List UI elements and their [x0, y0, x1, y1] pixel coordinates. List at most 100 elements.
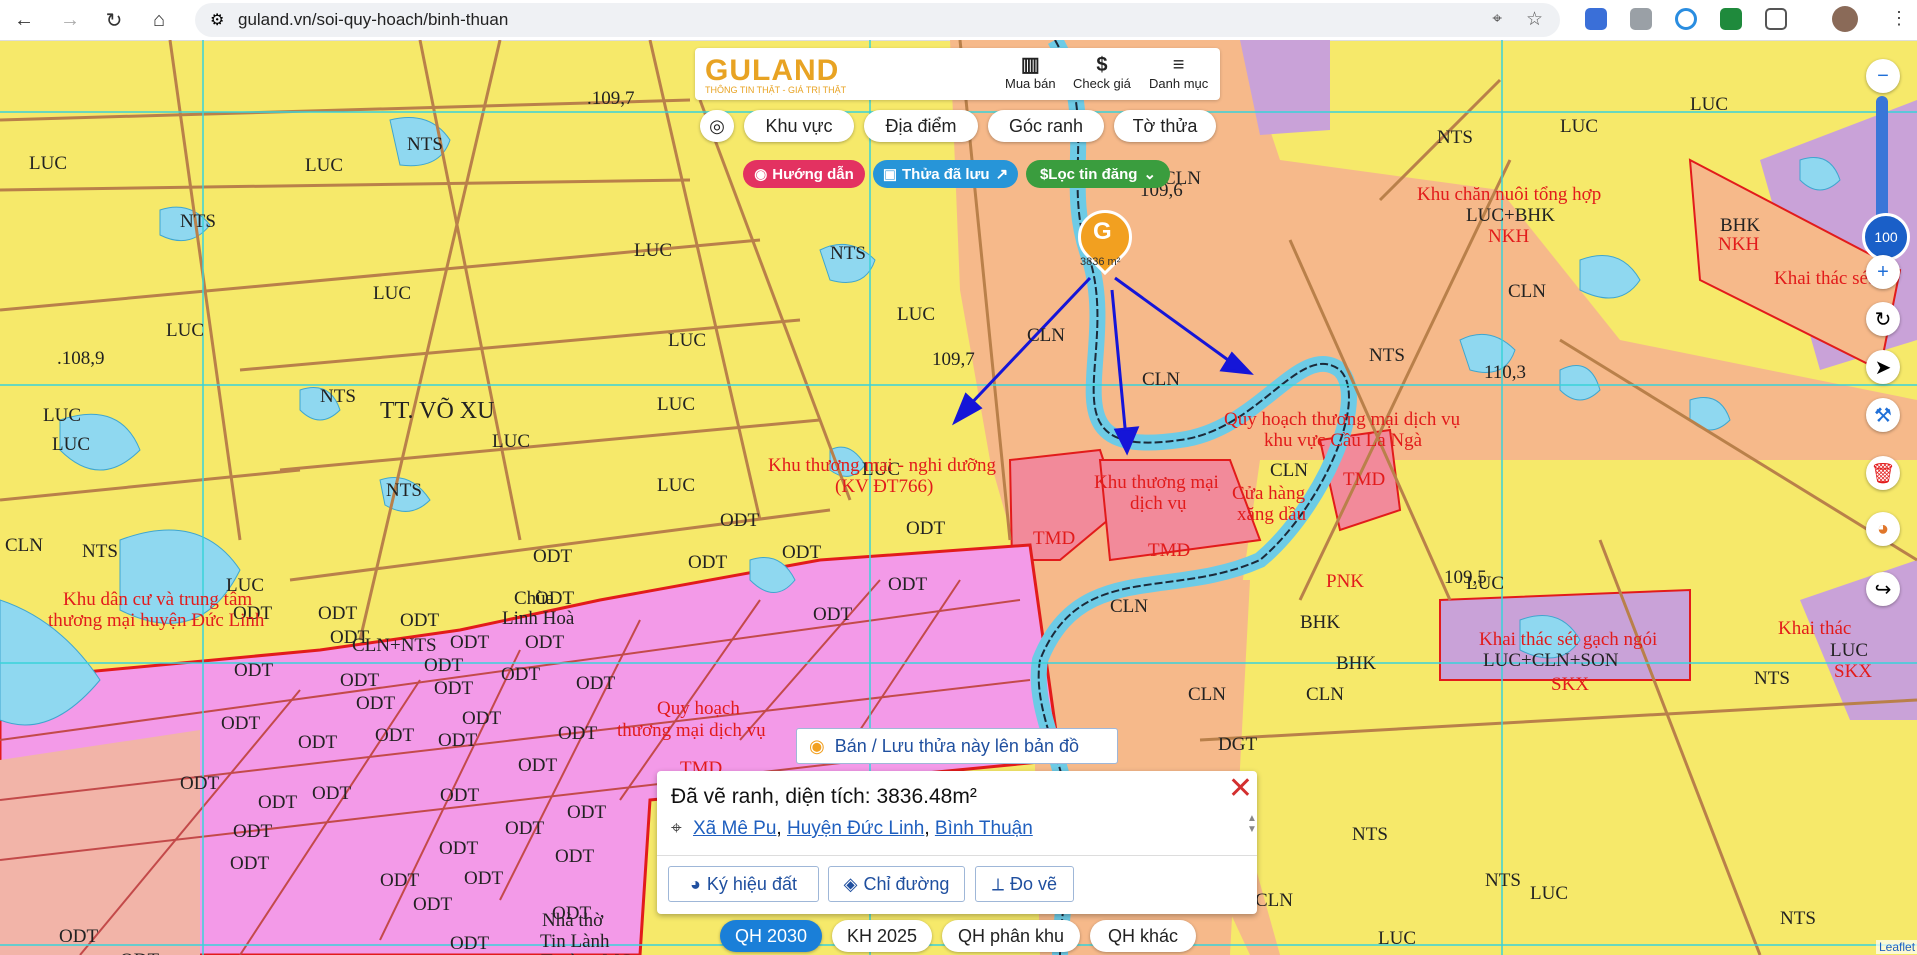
map-label: CLN — [1142, 369, 1180, 390]
map-label: ODT — [59, 926, 99, 947]
palette-button[interactable]: ◕ — [1866, 512, 1900, 546]
tab-qh-2030[interactable]: QH 2030 — [720, 920, 822, 952]
popup-location: ⌖ Xã Mê Pu, Huyện Đức Linh, Bình Thuận — [671, 818, 1033, 839]
save-parcel-button[interactable]: ◉ Bán / Lưu thửa này lên bản đồ — [796, 728, 1118, 764]
popup-scrollbar[interactable]: ▲ ▼ — [1247, 813, 1257, 843]
link-province[interactable]: Bình Thuận — [935, 818, 1033, 839]
camera-icon[interactable] — [1630, 8, 1652, 30]
map-label: ODT — [120, 950, 159, 955]
plus-icon: + — [1877, 260, 1889, 283]
delete-button[interactable]: 🗑 — [1866, 456, 1900, 490]
map-label: ODT — [576, 673, 616, 694]
pill-dia-diem[interactable]: Địa điểm — [864, 110, 978, 142]
tab-qh-phan-khu[interactable]: QH phân khu — [942, 920, 1080, 952]
map-label: NTS — [1780, 908, 1816, 929]
map-label: ODT — [380, 870, 420, 891]
popup-divider — [657, 855, 1257, 856]
map-label: Nhà thờ — [542, 910, 604, 931]
filter-listings-button[interactable]: $ Lọc tin đăng ⌄ — [1026, 160, 1170, 188]
url-text[interactable]: guland.vn/soi-quy-hoach/binh-thuan — [238, 10, 508, 30]
back-icon[interactable]: ← — [6, 2, 42, 38]
measure-button[interactable]: ⚒ — [1866, 398, 1900, 432]
map-label: CLN — [1188, 684, 1226, 705]
zoom-slider-track[interactable] — [1876, 96, 1888, 220]
directions-button[interactable]: ◈ Chỉ đường — [828, 866, 965, 902]
map-label: (KV ĐT766) — [835, 476, 934, 497]
extension-sheet-icon[interactable] — [1720, 8, 1742, 30]
extension-c-icon[interactable] — [1675, 8, 1697, 30]
browser-toolbar: ← → ↻ ⌂ ⚙ guland.vn/soi-quy-hoach/binh-t… — [0, 0, 1917, 41]
map-label: ODT — [533, 546, 573, 567]
map-label: Khu dân cư và trung tâm — [63, 589, 253, 610]
target-icon: ◉ — [754, 166, 768, 183]
map-label: ODT — [440, 785, 480, 806]
map-label: CLN — [1508, 281, 1546, 302]
land-legend-label: Ký hiệu đất — [706, 873, 797, 894]
menu-check-price[interactable]: $ Check giá — [1073, 54, 1131, 91]
map-label: Tin Lành — [540, 931, 610, 952]
logo[interactable]: GULAND — [705, 54, 839, 88]
bookmark-star-icon[interactable]: ☆ — [1526, 8, 1543, 31]
map-label: LUC — [1690, 94, 1728, 115]
guide-button[interactable]: ◉ Hướng dẫn — [743, 160, 865, 188]
site-info-icon[interactable]: ⚙ — [210, 10, 224, 30]
menu-check-price-label: Check giá — [1073, 76, 1131, 91]
link-commune[interactable]: Xã Mê Pu — [693, 818, 776, 839]
map-label: Khu chăn nuôi tổng hợp — [1417, 184, 1602, 205]
browser-menu-icon[interactable]: ⋮ — [1890, 8, 1908, 29]
map-label: BHK — [1336, 653, 1377, 674]
map-label: Trường MG — [541, 951, 633, 955]
map-label: ODT — [505, 818, 545, 839]
zoom-in-button[interactable]: + — [1866, 255, 1900, 289]
map-label: ODT — [567, 802, 607, 823]
map-label: ODT — [450, 933, 490, 954]
map-label: LUC — [1560, 116, 1598, 137]
saved-parcels-button[interactable]: ▣ Thửa đã lưu ↗ — [873, 160, 1018, 188]
refresh-button[interactable]: ↻ — [1866, 302, 1900, 336]
map-label: LUC — [634, 240, 672, 261]
locate-me-button[interactable]: ◎ — [700, 110, 734, 142]
map-label: TMD — [1033, 528, 1076, 549]
pill-khu-vuc[interactable]: Khu vực — [744, 110, 854, 142]
tab-qh-khac[interactable]: QH khác — [1090, 920, 1196, 952]
map-label: ODT — [906, 518, 946, 539]
map-label: Khai thác sét gạch ngói — [1479, 629, 1658, 650]
map-label: LUC — [492, 431, 530, 452]
land-legend-button[interactable]: ◕ Ký hiệu đất — [668, 866, 819, 902]
menu-buy-sell[interactable]: ▥ Mua bán — [1005, 54, 1056, 91]
measure-draw-button[interactable]: ⟂ Đo vẽ — [975, 866, 1074, 902]
map-label: LUC — [668, 330, 706, 351]
measure-icon: ⟂ — [991, 873, 1004, 894]
map-label: LUC — [29, 153, 67, 174]
home-icon[interactable]: ⌂ — [141, 2, 177, 38]
zoom-out-button[interactable]: − — [1866, 59, 1900, 93]
map-label: thương mại dịch vụ — [617, 720, 766, 741]
chevron-down-icon: ⌄ — [1143, 166, 1157, 183]
location-blocked-icon[interactable]: ⌖ — [1492, 9, 1502, 29]
address-bar[interactable]: ⚙ guland.vn/soi-quy-hoach/binh-thuan ⌖ ☆ — [195, 3, 1560, 37]
share-button[interactable]: ↪ — [1866, 572, 1900, 606]
extensions-puzzle-icon[interactable] — [1765, 8, 1787, 30]
attribution-link[interactable]: Leaflet — [1876, 940, 1917, 954]
reload-icon[interactable]: ↻ — [96, 2, 132, 38]
navigate-button[interactable]: ➤ — [1866, 350, 1900, 384]
external-link-icon: ↗ — [995, 166, 1009, 183]
tab-kh-2025[interactable]: KH 2025 — [832, 920, 932, 952]
pill-goc-ranh[interactable]: Góc ranh — [988, 110, 1104, 142]
map-label: CLN — [1027, 325, 1065, 346]
map-label: CLN+NTS — [352, 635, 437, 656]
map-label: TMD — [1343, 469, 1386, 490]
map-label: LUC — [657, 475, 695, 496]
link-district[interactable]: Huyện Đức Linh — [787, 818, 924, 839]
menu-catalog[interactable]: ≡ Danh mục — [1149, 54, 1208, 91]
zoom-level-handle[interactable]: 100 — [1862, 213, 1910, 261]
slogan: THÔNG TIN THẬT - GIÁ TRỊ THẬT — [705, 85, 847, 95]
map-label: CLN — [1270, 460, 1308, 481]
map-label: ODT — [356, 693, 396, 714]
forward-icon[interactable]: → — [52, 2, 88, 38]
pill-to-thua[interactable]: Tờ thửa — [1114, 110, 1216, 142]
avatar[interactable] — [1832, 6, 1858, 32]
map-label: ODT — [439, 838, 479, 859]
translate-icon[interactable] — [1585, 8, 1607, 30]
close-icon[interactable]: ✕ — [1228, 771, 1253, 806]
